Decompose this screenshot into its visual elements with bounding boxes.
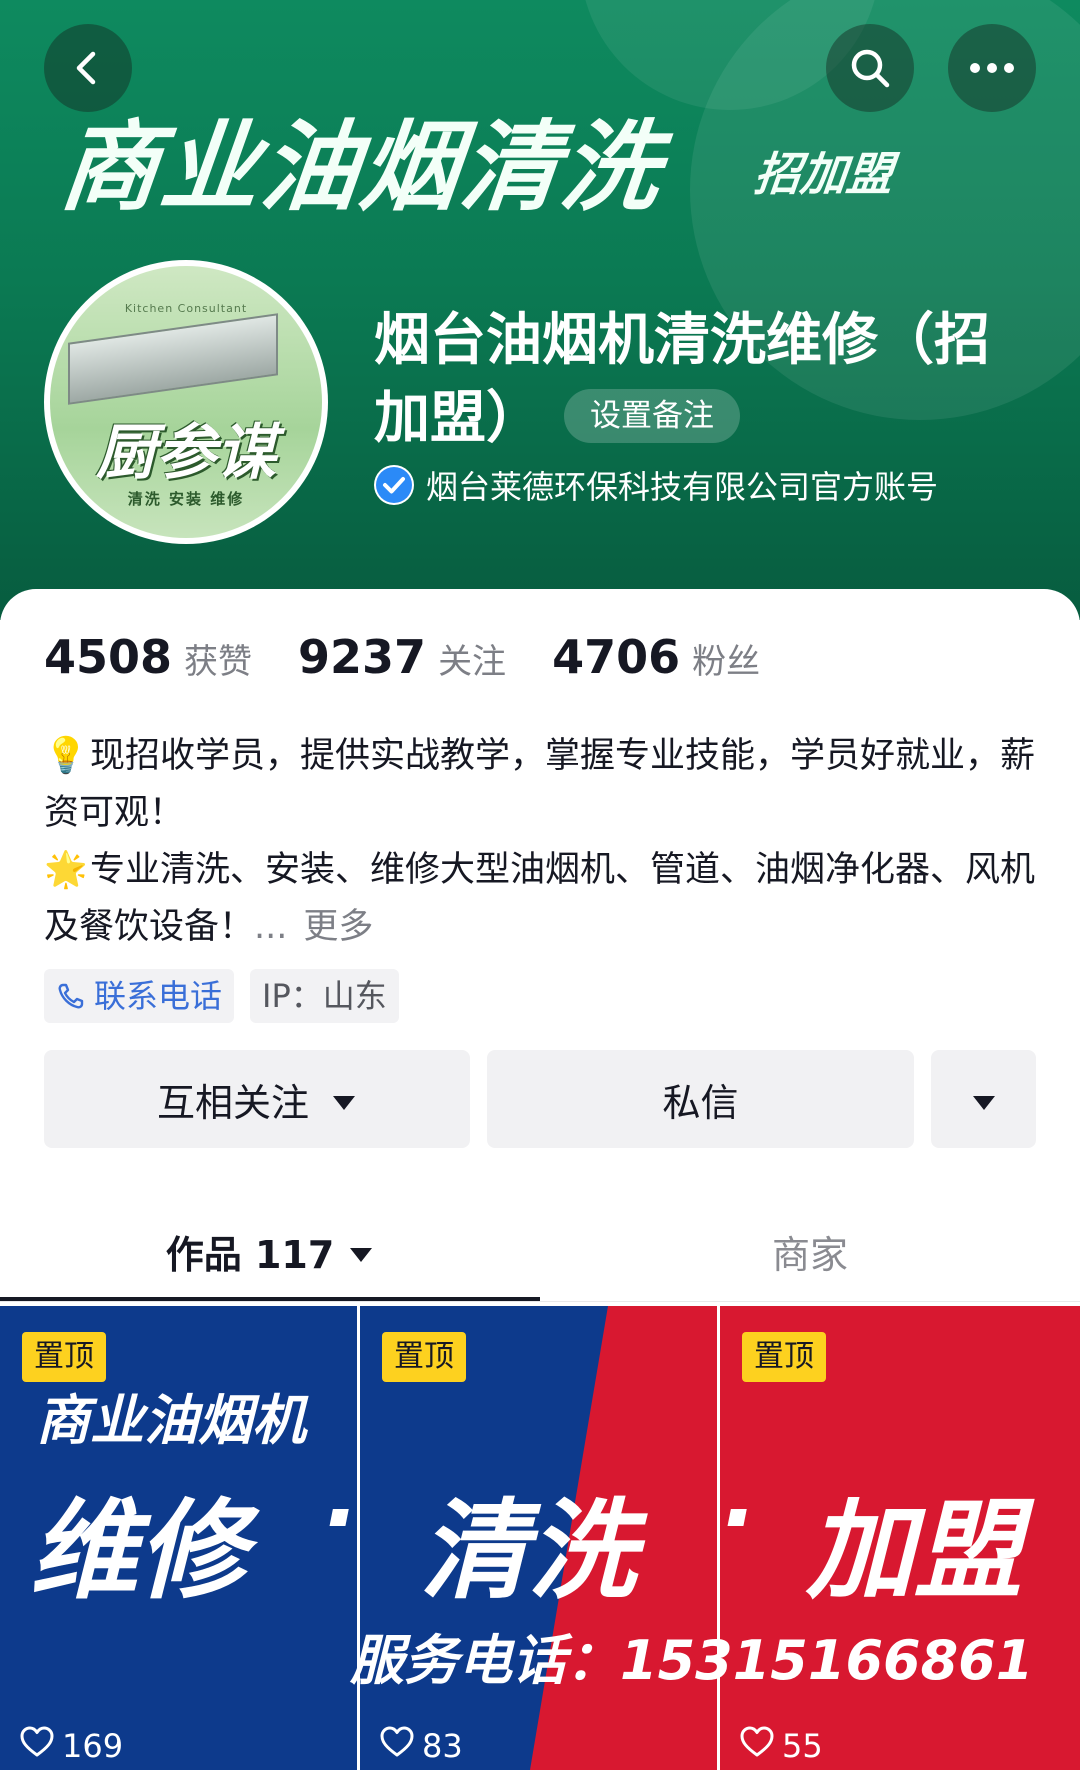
tab-works-label: 作品 117: [165, 1232, 335, 1277]
avatar-bottom-text: 清洗 安装 维修: [127, 490, 245, 508]
stat-followers[interactable]: 4706 粉丝: [552, 630, 760, 684]
bio-more-link[interactable]: 更多: [303, 907, 373, 947]
stat-likes[interactable]: 4508 获赞: [44, 630, 252, 684]
heart-icon: [20, 1726, 62, 1766]
caret-down-icon: [331, 1077, 357, 1121]
video-likes: 83: [380, 1726, 463, 1766]
stats-row: 4508 获赞 9237 关注 4706 粉丝: [44, 630, 806, 684]
video-item[interactable]: 置顶 169: [0, 1306, 357, 1770]
avatar-top-text: Kitchen Consultant: [124, 302, 248, 315]
search-button[interactable]: [826, 24, 914, 112]
avatar-image: Kitchen Consultant 厨参谋 清洗 安装 维修: [50, 266, 322, 538]
ip-location-tag: IP：山东: [250, 969, 399, 1023]
phone-icon: [56, 981, 86, 1011]
contact-phone-label: 联系电话: [94, 977, 223, 1015]
message-button[interactable]: 私信: [487, 1050, 914, 1148]
bio-ellipsis: ...: [254, 907, 288, 947]
pinned-badge: 置顶: [22, 1332, 106, 1382]
action-buttons: 互相关注 私信: [44, 1050, 1036, 1148]
star-icon: 🌟: [44, 850, 88, 890]
recommend-dropdown-button[interactable]: [931, 1050, 1036, 1148]
contact-phone-tag[interactable]: 联系电话: [44, 969, 235, 1023]
video-grid: 商业油烟机 维修 · 清洗 · 加盟 服务电话：15315166861 置顶 1…: [0, 1306, 1080, 1770]
video-likes-count: 83: [422, 1727, 463, 1765]
verified-line: 烟台莱德环保科技有限公司官方账号: [374, 462, 938, 508]
pinned-badge: 置顶: [742, 1332, 826, 1382]
video-item[interactable]: 置顶 83: [360, 1306, 717, 1770]
heart-icon: [740, 1726, 782, 1766]
avatar[interactable]: Kitchen Consultant 厨参谋 清洗 安装 维修: [44, 260, 328, 544]
caret-down-icon: [348, 1229, 374, 1273]
chevron-left-icon: [68, 48, 108, 88]
caret-down-icon: [971, 1077, 997, 1121]
lightbulb-icon: 💡: [44, 736, 88, 776]
back-button[interactable]: [44, 24, 132, 112]
more-button[interactable]: [948, 24, 1036, 112]
bio-line-1: 💡现招收学员，提供实战教学，掌握专业技能，学员好就业，薪资可观！: [44, 728, 1044, 842]
profile-tags: 联系电话 IP：山东: [44, 969, 415, 1023]
video-likes-count: 169: [62, 1727, 124, 1765]
tabs-divider: [0, 1301, 1080, 1302]
stat-label: 获赞: [184, 642, 253, 682]
video-item[interactable]: 置顶 55: [720, 1306, 1080, 1770]
stat-label: 关注: [438, 642, 507, 682]
tab-works[interactable]: 作品 117: [0, 1200, 540, 1302]
mutual-follow-button[interactable]: 互相关注: [44, 1050, 470, 1148]
profile-name-block: 烟台油烟机清洗维修（招加盟） 设置备注: [374, 302, 1034, 458]
more-dots-icon: [968, 61, 1016, 75]
pinned-badge: 置顶: [382, 1332, 466, 1382]
range-hood-graphic: [68, 313, 278, 405]
avatar-logo-text: 厨参谋: [96, 418, 276, 488]
bio[interactable]: 💡现招收学员，提供实战教学，掌握专业技能，学员好就业，薪资可观！ 🌟专业清洗、安…: [44, 728, 1044, 956]
stat-following[interactable]: 9237 关注: [298, 630, 506, 684]
verified-check-icon: [374, 465, 414, 505]
stat-value: 9237: [298, 630, 427, 684]
search-icon: [847, 45, 893, 91]
stat-value: 4508: [44, 630, 173, 684]
stat-label: 粉丝: [692, 642, 761, 682]
banner-title: 商业油烟清洗: [55, 111, 668, 225]
tab-shop[interactable]: 商家: [540, 1200, 1080, 1302]
bio-text: 现招收学员，提供实战教学，掌握专业技能，学员好就业，薪资可观！: [44, 736, 1036, 833]
content-tabs: 作品 117 商家: [0, 1200, 1080, 1302]
set-remark-button[interactable]: 设置备注: [564, 388, 740, 443]
stat-value: 4706: [552, 630, 681, 684]
video-likes-count: 55: [782, 1727, 823, 1765]
heart-icon: [380, 1726, 422, 1766]
video-likes: 169: [20, 1726, 123, 1766]
banner-subtitle: 招加盟: [751, 147, 896, 201]
bio-text: 专业清洗、安装、维修大型油烟机、管道、油烟净化器、风机及餐饮设备！: [44, 850, 1036, 947]
bio-line-2: 🌟专业清洗、安装、维修大型油烟机、管道、油烟净化器、风机及餐饮设备！... 更多: [44, 842, 1044, 956]
verified-text: 烟台莱德环保科技有限公司官方账号: [426, 468, 939, 506]
follow-label: 互相关注: [156, 1080, 309, 1125]
video-likes: 55: [740, 1726, 823, 1766]
